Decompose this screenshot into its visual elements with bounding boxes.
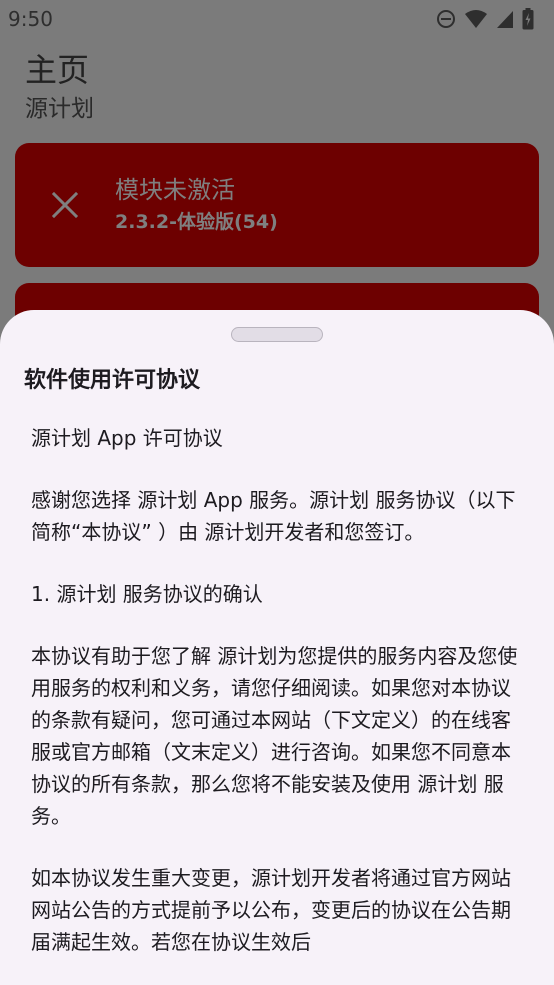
drag-handle[interactable] [231, 327, 323, 342]
close-icon [52, 192, 78, 218]
module-status-text: 模块未激活 [115, 176, 235, 204]
wifi-icon [465, 10, 487, 28]
agreement-paragraph: 如本协议发生重大变更，源计划开发者将通过官方网站网站公告的方式提前予以公布，变更… [31, 866, 511, 954]
agreement-paragraph: 本协议有助于您了解 源计划为您提供的服务内容及您使用服务的权利和义务，请您仔细阅… [31, 644, 518, 828]
do-not-disturb-icon [437, 10, 455, 28]
agreement-text[interactable]: 源计划 App 许可协议 感谢您选择 源计划 App 服务。源计划 服务协议（以… [31, 422, 527, 985]
module-status-card[interactable]: 模块未激活 2.3.2-体验版(54) [15, 143, 539, 267]
agreement-paragraph: 源计划 App 许可协议 [31, 426, 223, 450]
signal-icon [497, 11, 513, 28]
app-header: 主页 源计划 [25, 52, 94, 124]
status-icons [436, 8, 534, 30]
agreement-paragraph: 感谢您选择 源计划 App 服务。源计划 服务协议（以下简称“本协议” ）由 源… [31, 488, 516, 544]
battery-icon [522, 8, 534, 30]
module-version-text: 2.3.2-体验版(54) [115, 211, 278, 233]
status-bar: 9:50 [0, 0, 554, 38]
sheet-title: 软件使用许可协议 [24, 368, 201, 393]
page-title: 主页 [25, 51, 90, 89]
status-time: 9:50 [8, 7, 53, 31]
agreement-paragraph: 1. 源计划 服务协议的确认 [31, 582, 263, 606]
license-bottom-sheet: 软件使用许可协议 源计划 App 许可协议 感谢您选择 源计划 App 服务。源… [0, 310, 554, 985]
page-subtitle: 源计划 [25, 96, 94, 122]
